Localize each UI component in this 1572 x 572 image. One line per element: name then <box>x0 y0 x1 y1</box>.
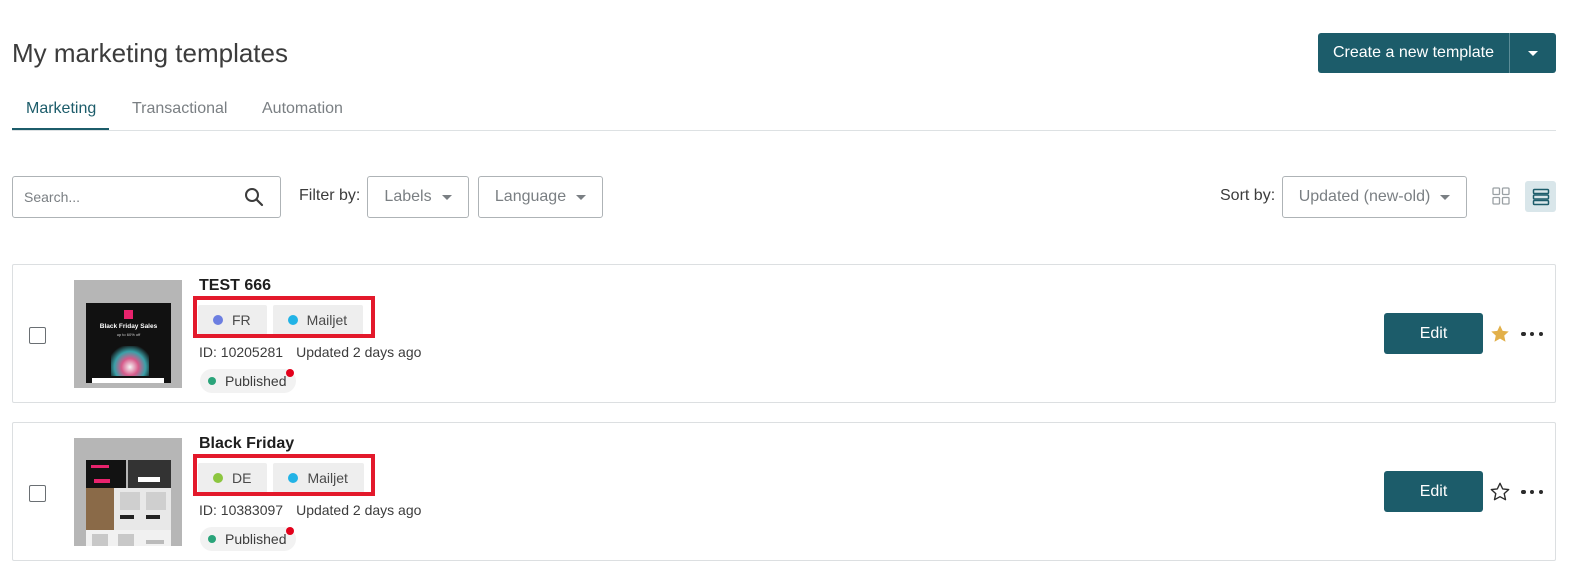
tab-marketing[interactable]: Marketing <box>26 100 96 118</box>
star-filled-icon[interactable] <box>1489 323 1511 345</box>
status-badge: Published <box>200 527 296 551</box>
status-dot <box>208 535 216 543</box>
status-dot <box>208 377 216 385</box>
template-meta: ID: 10383097 Updated 2 days ago <box>199 502 421 518</box>
grid-view-icon <box>1492 187 1510 205</box>
create-template-button[interactable]: Create a new template <box>1318 33 1510 73</box>
list-view-icon <box>1532 188 1549 205</box>
sort-label: Sort by: <box>1220 187 1276 204</box>
search-box <box>12 176 281 218</box>
active-tab-indicator <box>12 128 109 130</box>
labels-filter-dropdown[interactable]: Labels <box>367 176 469 218</box>
tags-highlight-box <box>193 454 375 496</box>
search-input[interactable] <box>24 189 244 205</box>
more-dots-icon <box>1521 331 1526 337</box>
template-card: Black Friday Sales up to 60% off TEST 66… <box>12 264 1556 403</box>
thumbnail-subtitle: up to 60% off <box>116 332 141 337</box>
template-meta: ID: 10205281 Updated 2 days ago <box>199 344 421 360</box>
grid-view-button[interactable] <box>1486 181 1516 211</box>
status-badge: Published <box>200 369 296 393</box>
notification-dot <box>286 527 294 535</box>
create-template-split-button: Create a new template <box>1318 33 1556 73</box>
language-filter-dropdown[interactable]: Language <box>478 176 603 218</box>
template-updated: Updated 2 days ago <box>296 344 422 360</box>
chevron-down-icon <box>441 194 452 200</box>
chevron-down-icon <box>576 194 587 200</box>
template-updated: Updated 2 days ago <box>296 502 422 518</box>
template-name[interactable]: Black Friday <box>199 435 294 453</box>
template-select-checkbox[interactable] <box>29 327 46 344</box>
status-label: Published <box>225 373 287 389</box>
more-dots-icon <box>1521 489 1526 495</box>
chevron-down-icon <box>1528 50 1538 56</box>
template-tabs: Marketing Transactional Automation <box>12 90 1556 131</box>
template-select-checkbox[interactable] <box>29 485 46 502</box>
more-options-button[interactable] <box>1521 481 1543 503</box>
template-id: ID: 10205281 <box>199 344 284 360</box>
sort-dropdown[interactable]: Updated (new-old) <box>1282 176 1467 218</box>
search-icon[interactable] <box>244 187 264 207</box>
template-card: Black Friday DE Mailjet ID: 10383097 Upd… <box>12 422 1556 561</box>
status-label: Published <box>225 531 287 547</box>
sort-value: Updated (new-old) <box>1298 188 1431 205</box>
page-title: My marketing templates <box>12 38 288 68</box>
language-filter-label: Language <box>494 188 567 205</box>
edit-button[interactable]: Edit <box>1384 313 1483 354</box>
more-options-button[interactable] <box>1521 323 1543 345</box>
labels-filter-label: Labels <box>384 188 432 205</box>
filter-label: Filter by: <box>299 187 361 204</box>
template-id: ID: 10383097 <box>199 502 284 518</box>
template-thumbnail[interactable] <box>74 438 182 546</box>
template-name[interactable]: TEST 666 <box>199 277 271 295</box>
tags-highlight-box <box>193 296 375 338</box>
template-thumbnail[interactable]: Black Friday Sales up to 60% off <box>74 280 182 388</box>
create-template-options-button[interactable] <box>1510 33 1556 73</box>
tab-automation[interactable]: Automation <box>262 100 343 118</box>
chevron-down-icon <box>1440 194 1451 200</box>
list-view-button[interactable] <box>1525 181 1556 212</box>
tab-transactional[interactable]: Transactional <box>132 100 227 118</box>
thumbnail-title: Black Friday Sales <box>99 323 158 330</box>
notification-dot <box>286 369 294 377</box>
star-outline-icon[interactable] <box>1489 481 1511 503</box>
edit-button[interactable]: Edit <box>1384 471 1483 512</box>
